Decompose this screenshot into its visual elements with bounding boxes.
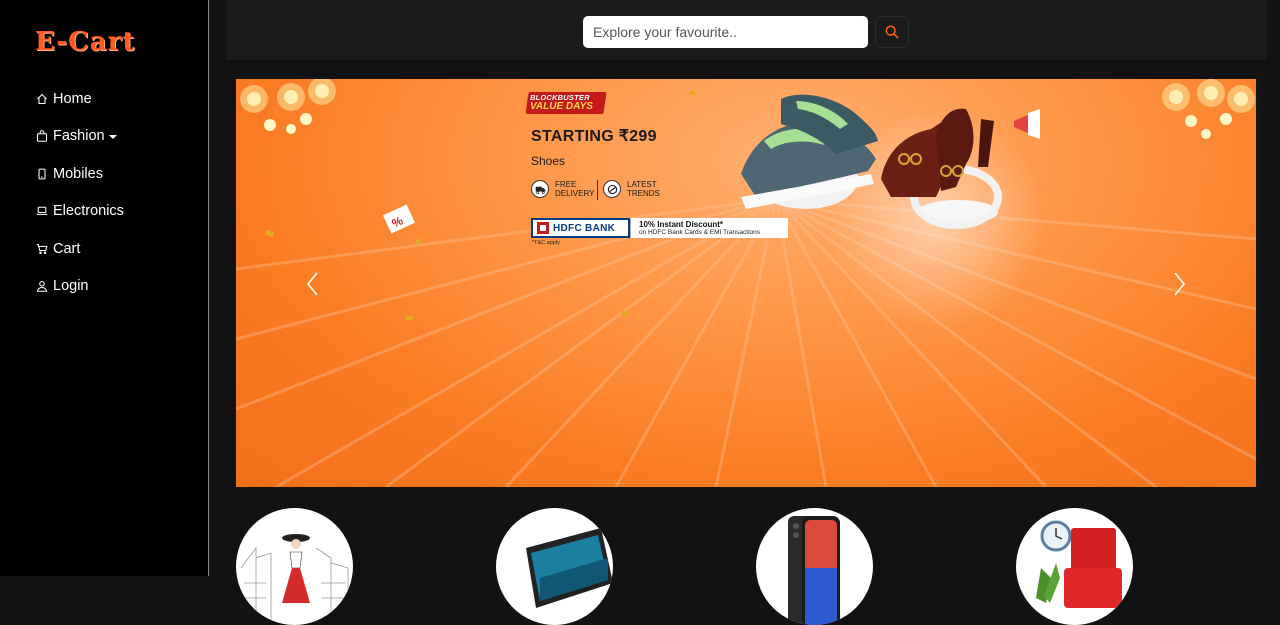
search-button[interactable]: [875, 16, 909, 48]
hero-banner-carousel[interactable]: % BLOCKBUSTER VALUE DAYS STARTING ₹299 S…: [236, 79, 1256, 487]
bank-offer-text: 10% Instant Discount* on HDFC Bank Cards…: [630, 218, 760, 238]
feature-latest-trends-label: LATEST TRENDS: [627, 180, 660, 198]
nav-item-electronics[interactable]: Electronics: [36, 193, 124, 231]
search-icon: [885, 25, 899, 39]
search-input[interactable]: [583, 16, 868, 48]
bag-icon: [36, 130, 48, 143]
hdfc-logo: HDFC BANK: [531, 218, 630, 238]
hdfc-mark-icon: [537, 222, 549, 234]
trend-icon: [603, 180, 621, 198]
truck-icon: [531, 180, 549, 198]
nav-label-fashion: Fashion: [53, 128, 105, 145]
nav-label-electronics: Electronics: [53, 203, 124, 220]
laptop-icon: [36, 206, 48, 216]
phone-icon: [38, 168, 46, 180]
nav-item-mobiles[interactable]: Mobiles: [36, 155, 124, 193]
fashion-illustration-image: [240, 534, 349, 625]
bank-offer-subtitle: on HDFC Bank Cards & EMI Transactions: [639, 228, 761, 236]
brand-logo[interactable]: E-Cart: [35, 27, 135, 57]
nav-menu: Home Fashion Mobiles Electronics Cart Lo…: [36, 80, 124, 305]
user-icon: [36, 281, 48, 293]
carousel-prev-button[interactable]: [303, 271, 323, 297]
nav-label-home: Home: [53, 90, 92, 107]
nav-label-login: Login: [53, 278, 89, 295]
nav-item-cart[interactable]: Cart: [36, 230, 124, 268]
home-icon: [37, 93, 47, 104]
chevron-left-icon: [306, 272, 318, 296]
bank-offer-strip: HDFC BANK 10% Instant Discount* on HDFC …: [531, 218, 788, 238]
feature-divider: [597, 180, 598, 200]
bank-offer-title: 10% Instant Discount*: [639, 219, 724, 229]
category-mobiles[interactable]: [756, 508, 873, 625]
banner-category: Shoes: [531, 154, 566, 168]
category-fashion[interactable]: [236, 508, 353, 625]
chevron-down-icon: [108, 134, 117, 139]
badge-main-text: VALUE DAYS: [530, 101, 593, 112]
feature-free-delivery-label: FREE DELIVERY: [555, 180, 595, 198]
laptop-image: [526, 528, 613, 608]
nav-label-mobiles: Mobiles: [53, 165, 103, 182]
banner-headline: STARTING ₹299: [531, 128, 657, 145]
feature-free-delivery: FREE DELIVERY: [531, 180, 601, 198]
smartphone-image: [788, 516, 840, 625]
feature-latest-trends: LATEST TRENDS: [603, 180, 673, 198]
nav-item-home[interactable]: Home: [36, 80, 124, 118]
terms-note: *T&C apply: [532, 240, 560, 246]
nav-item-login[interactable]: Login: [36, 268, 124, 306]
cart-icon: [36, 243, 48, 254]
nav-item-fashion[interactable]: Fashion: [36, 118, 124, 156]
shoe-products-image: [741, 94, 1046, 329]
chevron-right-icon: [1174, 272, 1186, 296]
carousel-next-button[interactable]: [1169, 271, 1189, 297]
category-electronics[interactable]: [496, 508, 613, 625]
top-search-bar: [226, 0, 1266, 60]
category-furniture[interactable]: [1016, 508, 1133, 625]
sidebar: E-Cart Home Fashion Mobiles Electronics …: [0, 0, 209, 576]
nav-label-cart: Cart: [53, 240, 81, 257]
bank-name: HDFC BANK: [553, 222, 616, 234]
armchair-image: [1036, 520, 1122, 608]
category-circles: [0, 508, 1280, 625]
